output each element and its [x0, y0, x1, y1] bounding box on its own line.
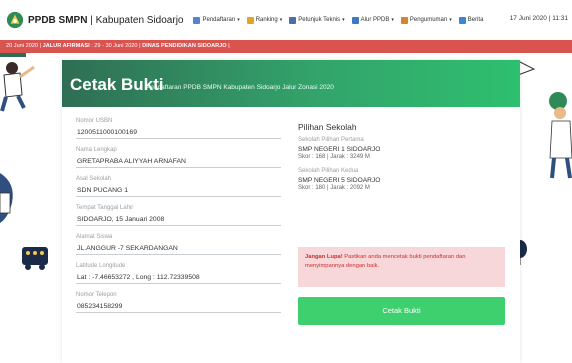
field-label: Nama Lengkap: [76, 147, 117, 153]
paper-plane-icon: [517, 60, 536, 76]
field-nomor-telepon: Nomor Telepon 085234158299: [76, 292, 281, 319]
register-icon: [193, 16, 201, 24]
caret-down-icon: ▾: [342, 17, 345, 23]
ticker-bold-dinas: DINAS PENDIDIKAN SIDOARJO: [142, 43, 227, 49]
menu-label: Ranking: [255, 17, 278, 23]
school-choice-score: Skor : 168 | Jarak : 3249 M: [298, 154, 370, 160]
school-choice-name: SMP NEGERI 1 SIDOARJO: [298, 146, 381, 153]
menu-item-berita[interactable]: Berita: [458, 16, 484, 24]
menu-item-pendaftaran[interactable]: Pendaftaran ▾: [193, 16, 240, 24]
field-value: SDN PUCANG 1: [76, 185, 281, 197]
megaphone-icon: [400, 16, 408, 24]
date-time: 17 Juni 2020 | 11:31: [509, 15, 568, 22]
field-nomor-usbn: Nomor USBN 1200511000100169: [76, 118, 281, 145]
menu-item-pengumuman[interactable]: Pengumuman ▾: [400, 16, 452, 24]
field-label: Asal Sekolah: [76, 176, 112, 182]
brand-name: PPDB SMPN: [28, 14, 88, 26]
caret-down-icon: ▾: [279, 17, 283, 23]
field-value: SIDOARJO, 15 Januari 2008: [76, 214, 281, 226]
caret-down-icon: ▾: [237, 17, 240, 23]
right-decoration-illustration: [513, 60, 572, 265]
news-icon: [458, 16, 466, 24]
student-walking-icon: [0, 173, 13, 223]
menu-label: Alur PPDB: [360, 17, 390, 23]
print-proof-card: Cetak Bukti Pendaftaran PPDB SMPN Kabupa…: [62, 60, 520, 363]
field-label: Nomor USBN: [76, 118, 113, 124]
ppdb-logo-icon[interactable]: [6, 11, 24, 29]
ticker-text-after: |: [226, 43, 230, 49]
school-choice-label: Sekolah Pilihan Pertama: [298, 137, 364, 143]
caret-down-icon: ▾: [391, 17, 394, 23]
menu-item-petunjuk-teknis[interactable]: Petunjuk Teknis ▾: [289, 16, 345, 24]
alert-bold-text: Jangan Lupa!: [305, 254, 343, 260]
field-value: GRETAPRABA ALIYYAH ARNAFAN: [76, 156, 281, 168]
school-choice-name: SMP NEGERI 5 SIDOARJO: [298, 177, 381, 184]
ticker-text-middle: : 29 - 30 Juni 2020 |: [89, 43, 143, 49]
field-value: Lat : -7.46653272 , Long : 112.72339508: [76, 272, 281, 284]
trophy-icon: [246, 16, 254, 24]
field-label: Latitude Longitude: [76, 263, 126, 269]
field-nama-lengkap: Nama Lengkap GRETAPRABA ALIYYAH ARNAFAN: [76, 147, 281, 174]
main-menu: Pendaftaran ▾ Ranking ▾ Petunjuk Teknis …: [193, 16, 484, 24]
school-choice-first: Sekolah Pilihan Pertama SMP NEGERI 1 SID…: [298, 137, 505, 160]
school-choice-label: Sekolah Pilihan Kedua: [298, 168, 359, 174]
field-value: JL.ANGGUR -7 SEKARDANGAN: [76, 243, 281, 255]
brand-region: Kabupaten Sidoarjo: [95, 14, 184, 26]
field-label: Nomor Telepon: [76, 292, 117, 298]
card-header: Cetak Bukti Pendaftaran PPDB SMPN Kabupa…: [62, 60, 520, 107]
field-label: Tempat Tanggal Lahir: [76, 205, 134, 211]
school-choice-second: Sekolah Pilihan Kedua SMP NEGERI 5 SIDOA…: [298, 168, 505, 191]
field-label: Alamat Siswa: [76, 234, 113, 240]
top-navbar: PPDB SMPN | Kabupaten Sidoarjo Pendaftar…: [0, 0, 572, 41]
menu-item-ranking[interactable]: Ranking ▾: [246, 16, 283, 24]
school-choices: Pilihan Sekolah Sekolah Pilihan Pertama …: [298, 122, 505, 199]
field-tempat-tanggal-lahir: Tempat Tanggal Lahir SIDOARJO, 15 Januar…: [76, 205, 281, 232]
field-latitude-longitude: Latitude Longitude Lat : -7.46653272 , L…: [76, 263, 281, 290]
menu-label: Berita: [467, 17, 484, 23]
field-asal-sekolah: Asal Sekolah SDN PUCANG 1: [76, 176, 281, 203]
ticker-text-before: 20 Juni 2020 |: [6, 43, 43, 49]
book-icon: [289, 16, 297, 24]
menu-label: Pengumuman: [409, 17, 448, 23]
school-choice-score: Skor : 180 | Jarak : 2092 M: [298, 185, 370, 191]
field-alamat-siswa: Alamat Siswa JL.ANGGUR -7 SEKARDANGAN: [76, 234, 281, 261]
field-value: 085234158299: [76, 301, 281, 313]
reminder-alert: Jangan Lupa! Pastikan anda mencetak bukt…: [298, 247, 505, 287]
menu-item-alur-ppdb[interactable]: Alur PPDB ▾: [351, 16, 394, 24]
caret-down-icon: ▾: [449, 17, 452, 23]
brand-title[interactable]: PPDB SMPN | Kabupaten Sidoarjo: [28, 15, 183, 26]
school-bus-icon: [22, 247, 48, 270]
print-proof-button[interactable]: Cetak Bukti: [298, 297, 505, 325]
ticker-bold-afirmasi: JALUR AFIRMASI: [42, 43, 90, 49]
left-decoration-illustration: [0, 53, 48, 270]
news-ticker: 20 Juni 2020 | JALUR AFIRMASI : 29 - 30 …: [0, 40, 572, 53]
page-subtitle: Pendaftaran PPDB SMPN Kabupaten Sidoarjo…: [146, 84, 334, 91]
menu-label: Pendaftaran: [202, 17, 236, 23]
field-value: 1200511000100169: [76, 127, 281, 139]
student-data-form: Nomor USBN 1200511000100169 Nama Lengkap…: [76, 118, 281, 321]
school-choices-title: Pilihan Sekolah: [298, 122, 357, 132]
menu-label: Petunjuk Teknis: [298, 17, 341, 23]
student-jumping-icon: [0, 53, 35, 112]
student-standing-icon: [549, 92, 572, 179]
flow-icon: [351, 16, 359, 24]
